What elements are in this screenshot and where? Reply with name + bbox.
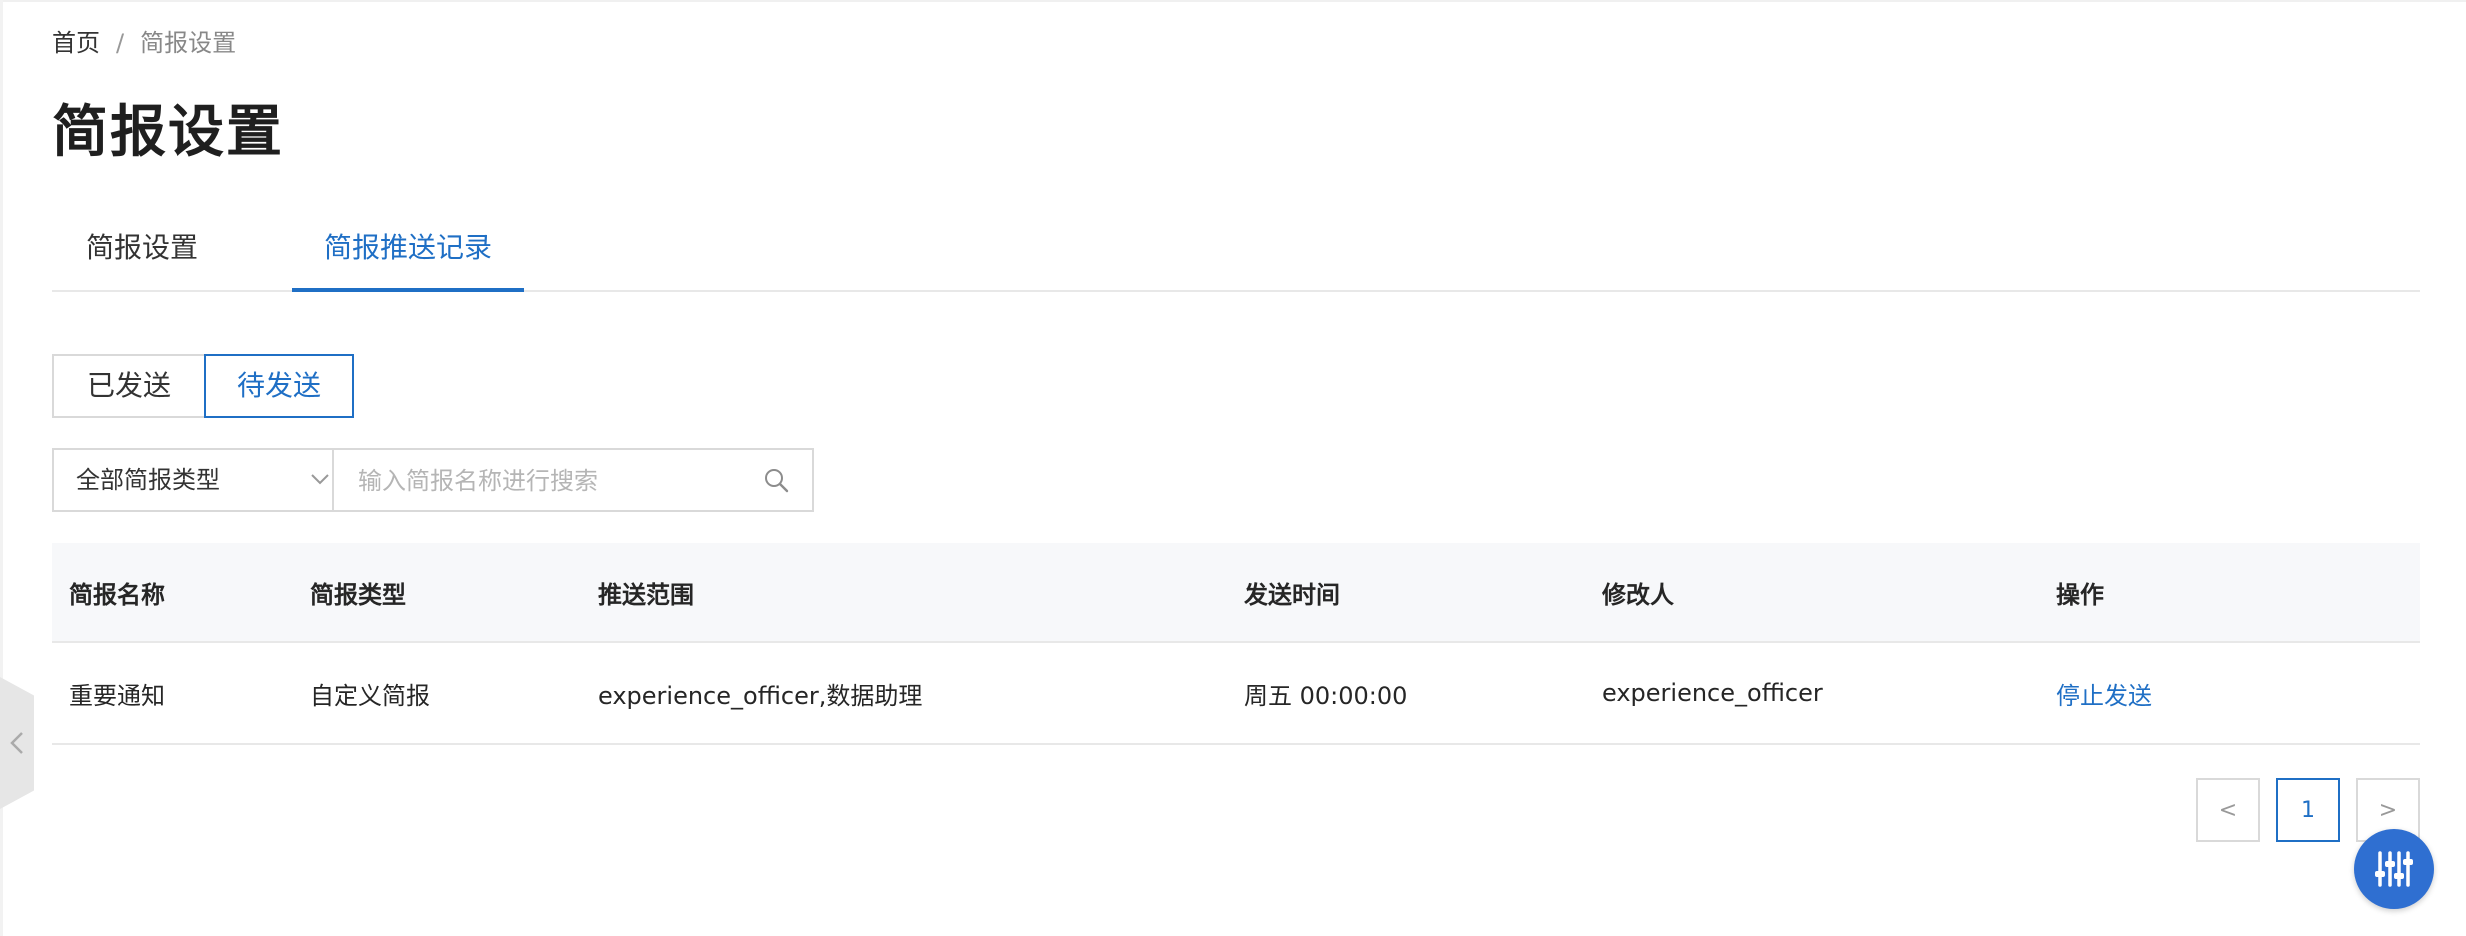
chevron-down-icon bbox=[311, 474, 329, 485]
table-row: 重要通知 自定义简报 experience_officer,数据助理 周五 00… bbox=[52, 643, 2420, 745]
breadcrumb: 首页 / 简报设置 bbox=[52, 26, 236, 60]
sliders-icon bbox=[2375, 851, 2413, 887]
stop-sending-link[interactable]: 停止发送 bbox=[2056, 643, 2152, 743]
push-records-table: 简报名称 简报类型 推送范围 发送时间 修改人 操作 重要通知 自定义简报 ex… bbox=[52, 543, 2420, 745]
table-header: 简报名称 简报类型 推送范围 发送时间 修改人 操作 bbox=[52, 543, 2420, 643]
sidebar-collapse-handle[interactable] bbox=[0, 677, 34, 809]
pending-toggle-button[interactable]: 待发送 bbox=[204, 354, 354, 418]
settings-float-button[interactable] bbox=[2354, 829, 2434, 909]
cell-name: 重要通知 bbox=[69, 681, 165, 710]
search-field bbox=[332, 448, 814, 512]
cell-type: 自定义简报 bbox=[310, 681, 430, 710]
column-header-send-time: 发送时间 bbox=[1244, 580, 1340, 609]
cell-modifier: experience_officer bbox=[1602, 679, 1823, 707]
breadcrumb-separator: / bbox=[116, 29, 125, 57]
briefing-type-select[interactable]: 全部简报类型 bbox=[52, 448, 354, 512]
search-icon[interactable] bbox=[762, 466, 790, 494]
tab-bar: 简报设置 简报推送记录 bbox=[52, 220, 2420, 292]
column-header-action: 操作 bbox=[2056, 580, 2104, 609]
page-number-button[interactable]: 1 bbox=[2276, 778, 2340, 842]
breadcrumb-home[interactable]: 首页 bbox=[52, 26, 100, 60]
status-toggle: 已发送 待发送 bbox=[52, 354, 354, 418]
cell-send-time: 周五 00:00:00 bbox=[1244, 681, 1408, 710]
page-title: 简报设置 bbox=[52, 100, 284, 165]
chevron-left-icon bbox=[10, 732, 23, 754]
tab-push-records[interactable]: 简报推送记录 bbox=[292, 220, 524, 292]
breadcrumb-current: 简报设置 bbox=[140, 29, 237, 57]
top-border bbox=[0, 0, 2466, 2]
briefing-type-value: 全部简报类型 bbox=[76, 466, 220, 494]
search-input[interactable] bbox=[356, 450, 740, 512]
column-header-scope: 推送范围 bbox=[598, 580, 694, 609]
column-header-type: 简报类型 bbox=[310, 580, 406, 609]
cell-scope: experience_officer,数据助理 bbox=[598, 681, 923, 710]
column-header-name: 简报名称 bbox=[69, 580, 165, 609]
prev-page-button[interactable]: < bbox=[2196, 778, 2260, 842]
column-header-modifier: 修改人 bbox=[1602, 580, 1674, 609]
tab-briefing-settings[interactable]: 简报设置 bbox=[52, 220, 232, 290]
sent-toggle-button[interactable]: 已发送 bbox=[52, 354, 204, 418]
